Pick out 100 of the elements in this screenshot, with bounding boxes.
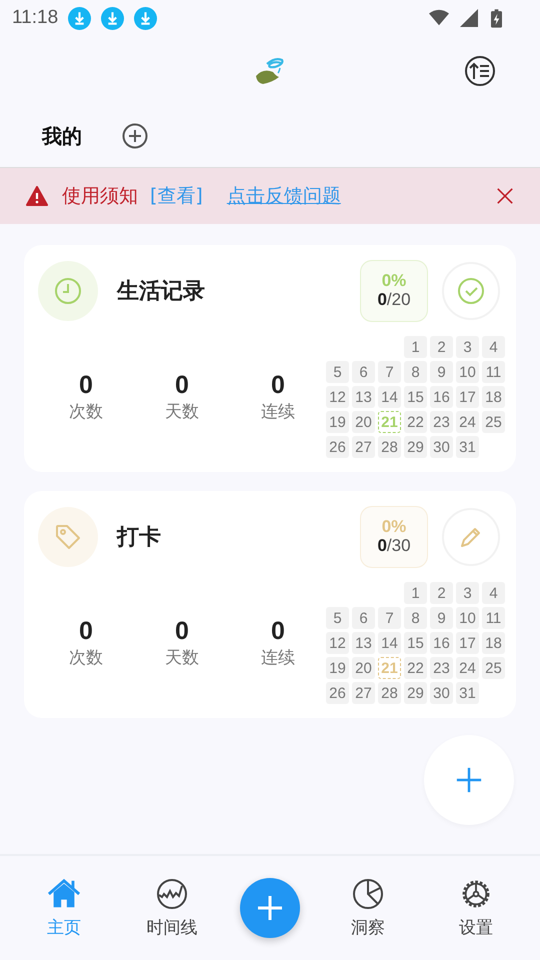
calendar-day[interactable]: 19	[326, 411, 349, 433]
stat-label: 连续	[261, 401, 295, 423]
calendar-day[interactable]: 17	[456, 386, 479, 408]
tag-icon	[53, 522, 83, 552]
calendar-day[interactable]: 24	[456, 411, 479, 433]
calendar-day[interactable]: 22	[404, 657, 427, 679]
calendar-day[interactable]: 10	[456, 361, 479, 383]
calendar-day[interactable]: 28	[378, 682, 401, 704]
calendar-day[interactable]: 3	[456, 582, 479, 604]
add-button[interactable]	[240, 878, 300, 938]
habit-card[interactable]: 生活记录 0% 0/20 0 次数 0 天数 0 连续 1 2 3 4 5 6 7 8 9 10 11 12 13 14 15 16 17 18 19 20 21 22 23 24 25 26 27 28 29 30 31	[24, 245, 516, 472]
calendar-day[interactable]: 29	[404, 436, 427, 458]
calendar-day[interactable]: 9	[430, 607, 453, 629]
calendar-day[interactable]: 25	[482, 657, 505, 679]
close-icon[interactable]	[496, 187, 514, 205]
plus-icon	[455, 766, 483, 794]
calendar-day[interactable]: 1	[404, 336, 427, 358]
calendar-day[interactable]: 23	[430, 657, 453, 679]
nav-item[interactable]: 主页	[24, 878, 104, 938]
calendar-day[interactable]: 13	[352, 386, 375, 408]
calendar-day[interactable]: 26	[326, 436, 349, 458]
done-count: 0	[377, 290, 387, 309]
stat-label: 连续	[261, 647, 295, 669]
calendar-day[interactable]: 31	[456, 436, 479, 458]
notice-text: 使用须知	[62, 184, 138, 209]
calendar-day[interactable]: 4	[482, 336, 505, 358]
stat-label: 天数	[165, 401, 199, 423]
progress-percent: 0%	[382, 518, 406, 537]
calendar-day[interactable]: 12	[326, 386, 349, 408]
plus-icon	[255, 893, 285, 923]
clock-icon	[53, 276, 83, 306]
calendar-day[interactable]: 5	[326, 361, 349, 383]
wifi-icon	[429, 9, 449, 27]
calendar-day[interactable]: 28	[378, 436, 401, 458]
pie-chart-icon	[351, 878, 385, 910]
nav-item[interactable]: 设置	[436, 878, 516, 938]
habit-card[interactable]: 打卡 0% 0/30 0 次数 0 天数 0 连续 1 2 3 4 5 6 7 8 9 10 11 12 13 14 15 16 17 18 19 20 21 22 23 24 25 26 27 28 29 30 31	[24, 491, 516, 718]
total-count: /20	[386, 290, 411, 309]
progress-percent: 0%	[382, 272, 406, 291]
calendar-day[interactable]: 13	[352, 632, 375, 654]
calendar-day[interactable]: 3	[456, 336, 479, 358]
stat-value: 0	[79, 371, 93, 400]
tab[interactable]: 我的	[42, 118, 82, 154]
calendar-day[interactable]: 29	[404, 682, 427, 704]
calendar-day[interactable]: 7	[378, 607, 401, 629]
calendar-day[interactable]: 14	[378, 386, 401, 408]
calendar-day[interactable]: 26	[326, 682, 349, 704]
calendar-day[interactable]: 6	[352, 361, 375, 383]
calendar-day[interactable]: 16	[430, 386, 453, 408]
calendar-day[interactable]: 23	[430, 411, 453, 433]
calendar-day[interactable]: 20	[352, 411, 375, 433]
calendar-day[interactable]: 27	[352, 436, 375, 458]
nav-item[interactable]: 时间线	[132, 878, 212, 938]
calendar-day[interactable]: 12	[326, 632, 349, 654]
calendar-day[interactable]: 15	[404, 386, 427, 408]
calendar-day[interactable]: 10	[456, 607, 479, 629]
stat-value: 0	[175, 371, 189, 400]
calendar-day[interactable]: 8	[404, 607, 427, 629]
stat-value: 0	[79, 617, 93, 646]
calendar-day[interactable]: 20	[352, 657, 375, 679]
card-title: 生活记录	[117, 278, 205, 306]
calendar-day[interactable]: 14	[378, 632, 401, 654]
calendar-day[interactable]: 17	[456, 632, 479, 654]
calendar-day[interactable]: 11	[482, 607, 505, 629]
calendar-day[interactable]: 18	[482, 632, 505, 654]
status-time: 11:18	[12, 7, 58, 29]
calendar-day[interactable]: 4	[482, 582, 505, 604]
feedback-link[interactable]: 点击反馈问题	[226, 183, 341, 209]
calendar-day[interactable]: 7	[378, 361, 401, 383]
stat-value: 0	[175, 617, 189, 646]
calendar-day[interactable]: 16	[430, 632, 453, 654]
calendar-day[interactable]: 11	[482, 361, 505, 383]
sort-icon[interactable]	[464, 55, 496, 87]
total-count: /30	[386, 536, 411, 555]
calendar-day[interactable]: 24	[456, 657, 479, 679]
done-count: 0	[377, 536, 387, 555]
signal-icon	[459, 9, 479, 27]
calendar-day[interactable]: 19	[326, 657, 349, 679]
warning-icon	[26, 186, 48, 206]
calendar-day[interactable]: 22	[404, 411, 427, 433]
view-link[interactable]: [查看]	[150, 183, 203, 209]
download-icon	[134, 6, 158, 30]
calendar-day[interactable]: 31	[456, 682, 479, 704]
calendar-day[interactable]: 5	[326, 607, 349, 629]
nav-item[interactable]: 洞察	[328, 878, 408, 938]
calendar-day[interactable]: 6	[352, 607, 375, 629]
calendar-day[interactable]: 27	[352, 682, 375, 704]
calendar-day[interactable]: 2	[430, 336, 453, 358]
calendar-day[interactable]: 30	[430, 682, 453, 704]
calendar-day[interactable]: 9	[430, 361, 453, 383]
calendar-day[interactable]: 8	[404, 361, 427, 383]
add-icon[interactable]	[122, 123, 148, 149]
calendar-day[interactable]: 2	[430, 582, 453, 604]
stat-value: 0	[271, 617, 285, 646]
stat-value: 0	[271, 371, 285, 400]
calendar-day[interactable]: 30	[430, 436, 453, 458]
calendar-day[interactable]: 25	[482, 411, 505, 433]
calendar-day[interactable]: 1	[404, 582, 427, 604]
calendar-day[interactable]: 15	[404, 632, 427, 654]
calendar-day[interactable]: 18	[482, 386, 505, 408]
